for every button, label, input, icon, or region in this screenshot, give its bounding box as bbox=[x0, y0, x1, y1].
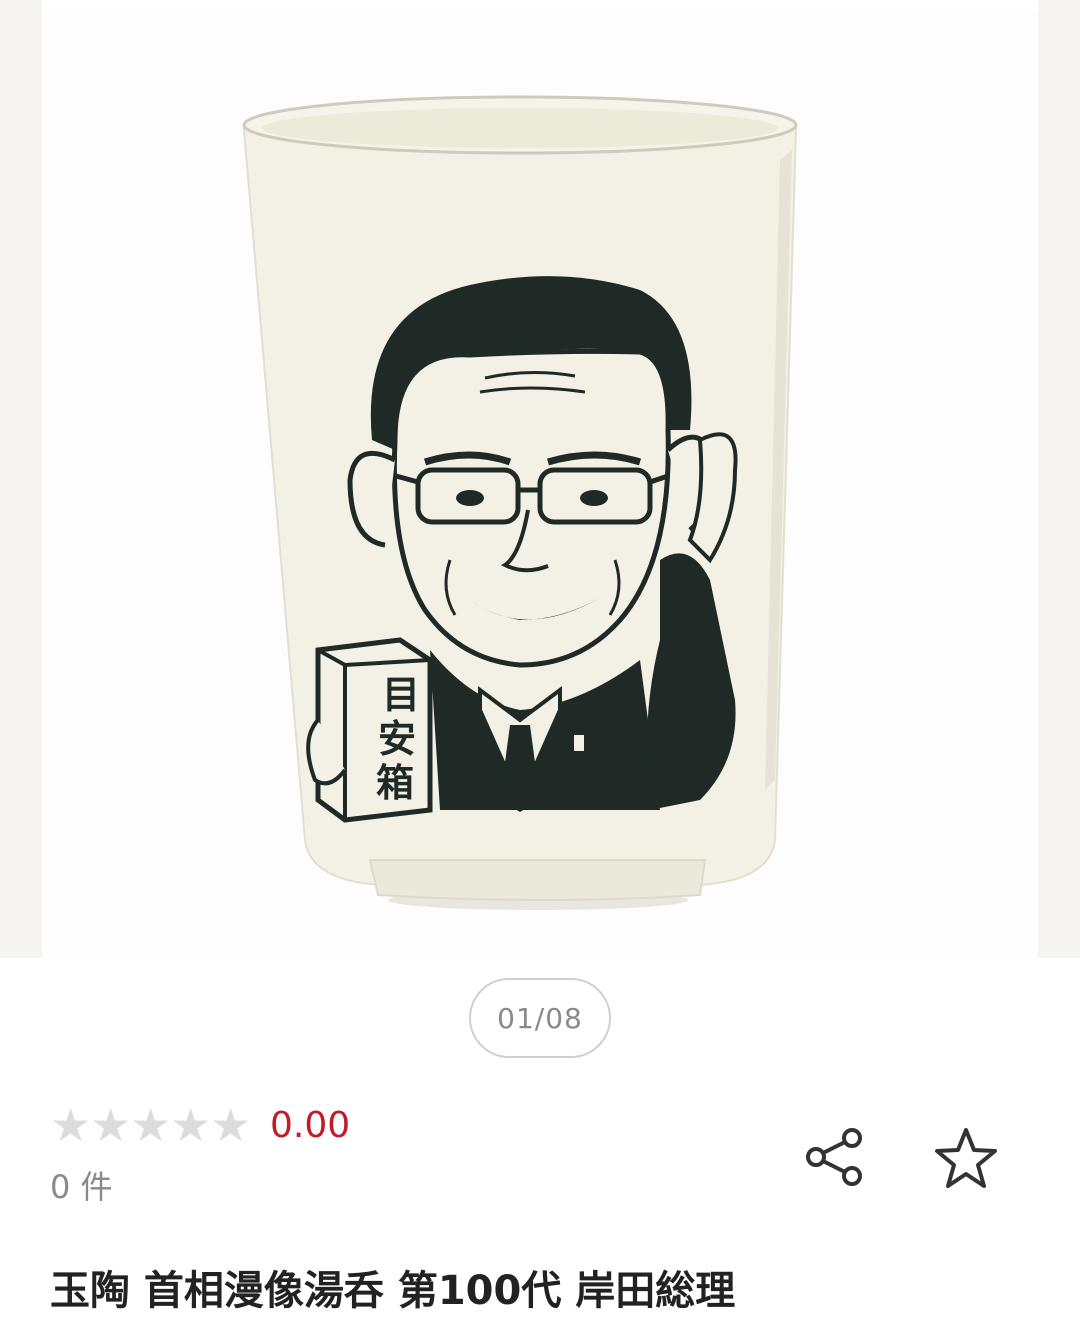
star-icon: ★ bbox=[130, 1098, 172, 1152]
product-photo-teacup: 目 安 箱 bbox=[242, 95, 798, 910]
share-icon bbox=[806, 1128, 862, 1186]
image-counter: 01/08 bbox=[469, 978, 611, 1058]
star-outline-icon bbox=[935, 1128, 997, 1188]
box-label-char-2: 安 bbox=[378, 717, 416, 761]
product-image-gallery[interactable]: 目 安 箱 bbox=[0, 0, 1080, 958]
review-count[interactable]: 0 件 bbox=[50, 1162, 113, 1208]
box-label-char-1: 目 bbox=[382, 673, 420, 717]
rating-value: 0.00 bbox=[270, 1104, 351, 1146]
star-icon: ★ bbox=[90, 1098, 132, 1152]
star-icon: ★ bbox=[50, 1098, 92, 1152]
box-label-char-3: 箱 bbox=[376, 761, 414, 805]
product-title: 玉陶 首相漫像湯呑 第100代 岸田総理 bbox=[50, 1268, 736, 1314]
share-button[interactable] bbox=[800, 1122, 870, 1192]
rating-row: ★ ★ ★ ★ ★ 0.00 bbox=[50, 1100, 350, 1150]
favorite-button[interactable] bbox=[930, 1122, 1002, 1194]
star-icon: ★ bbox=[170, 1098, 212, 1152]
rating-stars: ★ ★ ★ ★ ★ bbox=[50, 1098, 252, 1152]
star-icon: ★ bbox=[210, 1098, 252, 1152]
